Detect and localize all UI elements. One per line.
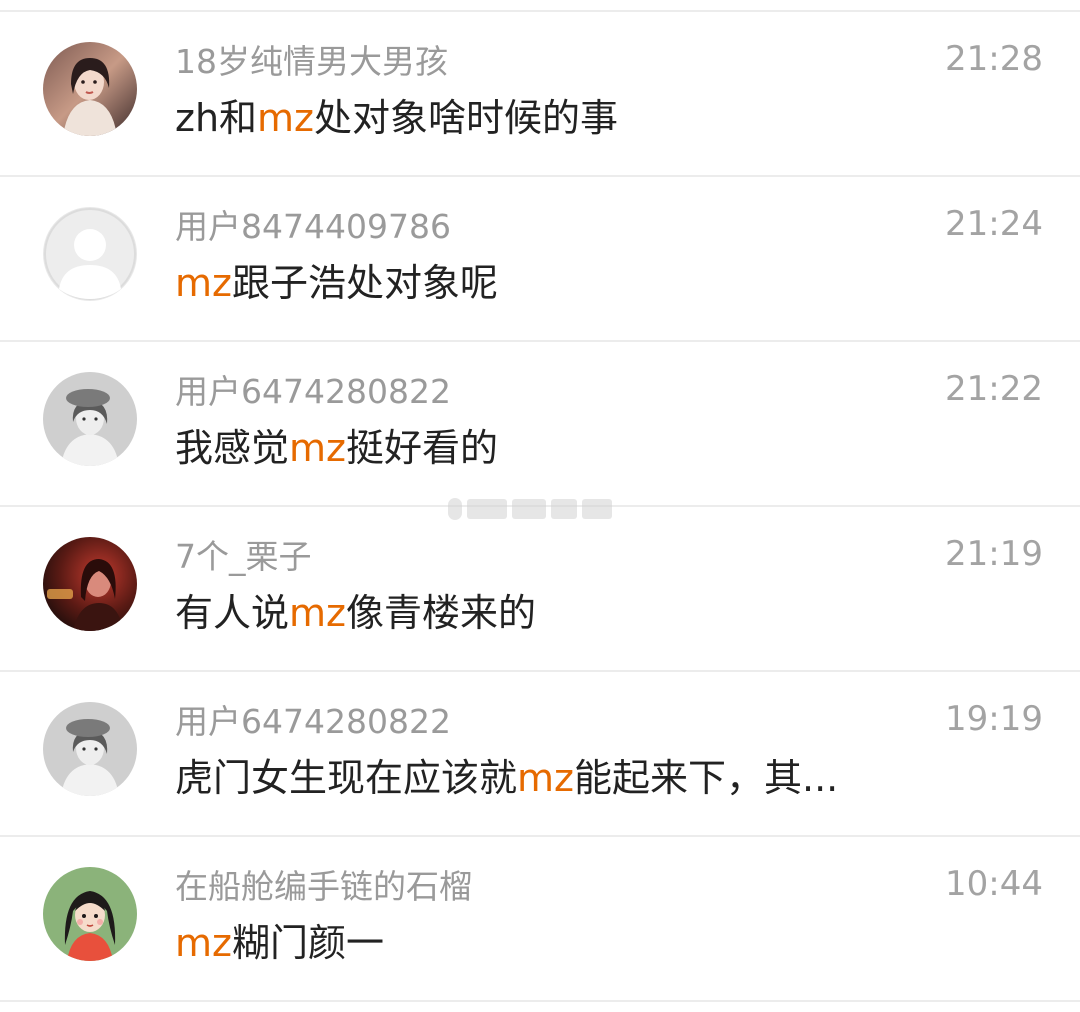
highlighted-keyword: mz — [517, 756, 574, 800]
timestamp: 21:19 — [945, 534, 1043, 574]
comment-text: 我感觉mz挺好看的 — [175, 424, 498, 472]
comment-text-post: 挺好看的 — [345, 426, 498, 470]
highlighted-keyword: mz — [175, 261, 232, 305]
comment-text: mz跟子浩处对象呢 — [175, 259, 498, 307]
highlighted-keyword: mz — [289, 591, 346, 635]
username[interactable]: 用户8474409786 — [175, 207, 451, 247]
timestamp: 19:19 — [945, 699, 1043, 739]
timestamp: 21:22 — [945, 369, 1043, 409]
watermark-mark — [467, 499, 507, 519]
username[interactable]: 在船舱编手链的石榴 — [175, 867, 472, 907]
avatar-cartoon-girl-icon[interactable] — [43, 867, 137, 961]
username[interactable]: 用户6474280822 — [175, 702, 451, 742]
comment-text-pre: 虎门女生现在应该就 — [175, 756, 518, 800]
watermark-mark — [582, 499, 612, 519]
comment-item[interactable]: 用户6474280822 虎门女生现在应该就mz能起来下，其... 19:19 — [0, 672, 1080, 837]
comment-item[interactable]: 在船舱编手链的石榴 mz糊门颜一 10:44 — [0, 837, 1080, 1002]
comment-text: mz糊门颜一 — [175, 919, 384, 967]
watermark-mark — [448, 498, 462, 520]
username[interactable]: 用户6474280822 — [175, 372, 451, 412]
comment-item[interactable]: 18岁纯情男大男孩 zh和mz处对象啥时候的事 21:28 — [0, 12, 1080, 177]
avatar-woman-photo-icon[interactable] — [43, 42, 137, 136]
comment-text-post: 能起来下，其... — [573, 756, 839, 800]
username[interactable]: 18岁纯情男大男孩 — [175, 42, 448, 82]
comment-text-pre: 我感觉 — [175, 426, 290, 470]
comment-text: 有人说mz像青楼来的 — [175, 589, 536, 637]
highlighted-keyword: mz — [289, 426, 346, 470]
comment-text: 虎门女生现在应该就mz能起来下，其... — [175, 754, 838, 802]
avatar-girl-beret-photo-icon[interactable] — [43, 372, 137, 466]
avatar-girl-beret-photo-icon[interactable] — [43, 702, 137, 796]
watermark-mark — [551, 499, 577, 519]
timestamp: 10:44 — [945, 864, 1043, 904]
comment-text-post: 像青楼来的 — [345, 591, 536, 635]
watermark-mark — [512, 499, 546, 519]
watermark — [448, 494, 630, 524]
timestamp: 21:28 — [945, 39, 1043, 79]
highlighted-keyword: mz — [175, 921, 232, 965]
comment-text-pre: 有人说 — [175, 591, 290, 635]
comment-text-post: 糊门颜一 — [231, 921, 384, 965]
avatar-girl-red-light-photo-icon[interactable] — [43, 537, 137, 631]
highlighted-keyword: mz — [257, 96, 314, 140]
comment-text-post: 处对象啥时候的事 — [314, 96, 619, 140]
username[interactable]: 7个_栗子 — [175, 537, 312, 577]
comment-text-post: 跟子浩处对象呢 — [231, 261, 498, 305]
comment-item[interactable]: 用户6474280822 我感觉mz挺好看的 21:22 — [0, 342, 1080, 507]
comment-text: zh和mz处对象啥时候的事 — [175, 94, 618, 142]
default-user-avatar-icon[interactable] — [43, 207, 137, 301]
comment-item[interactable]: 7个_栗子 有人说mz像青楼来的 21:19 — [0, 507, 1080, 672]
comment-item[interactable]: 用户8474409786 mz跟子浩处对象呢 21:24 — [0, 177, 1080, 342]
timestamp: 21:24 — [945, 204, 1043, 244]
comment-text-pre: zh和 — [175, 96, 258, 140]
